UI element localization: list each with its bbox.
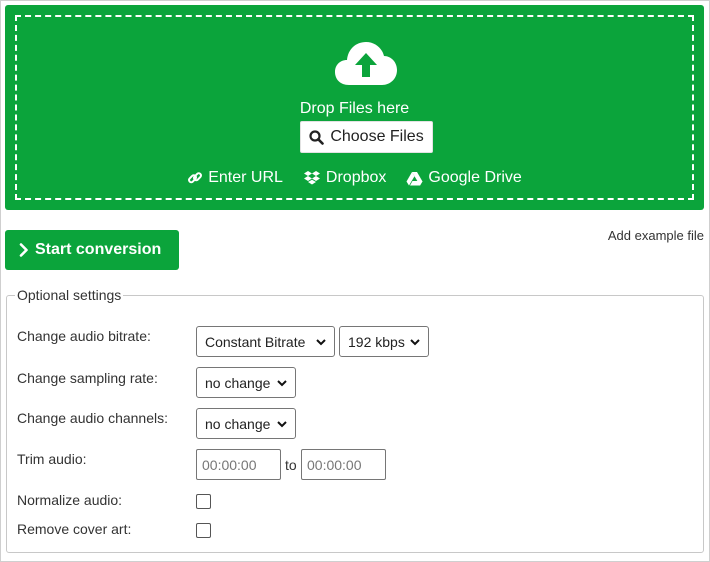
upload-dropzone[interactable]: Drop Files here Choose Files Enter URL D… [5,5,704,210]
google-drive-label: Google Drive [428,169,522,186]
bitrate-value-select[interactable]: 192 kbps [339,326,429,357]
google-drive-link[interactable]: Google Drive [406,169,522,187]
chevron-down-icon [410,339,420,346]
dropbox-label: Dropbox [325,169,387,186]
audio-channels-select[interactable]: no change [196,408,296,439]
dropbox-icon [303,171,320,185]
choose-files-button[interactable]: Choose Files [300,121,433,153]
optional-settings-fieldset: Optional settings Change audio bitrate: … [6,287,704,553]
sampling-rate-value: no change [205,374,271,391]
cloud-upload-icon [335,42,397,85]
link-icon [188,172,203,184]
bitrate-mode-select[interactable]: Constant Bitrate [196,326,335,357]
optional-settings-legend: Optional settings [15,287,124,303]
chevron-right-icon [19,243,28,257]
sampling-rate-label: Change sampling rate: [17,370,158,386]
start-conversion-button[interactable]: Start conversion [5,230,179,270]
start-conversion-label: Start conversion [35,241,162,258]
audio-channels-label: Change audio channels: [17,410,169,426]
trim-audio-label: Trim audio: [17,451,87,467]
enter-url-label: Enter URL [208,169,283,186]
upload-sources: Enter URL Dropbox Google Drive [17,169,692,187]
audio-channels-value: no change [205,415,271,432]
search-icon [309,129,325,145]
drop-files-text: Drop Files here [299,100,410,117]
trim-start-input[interactable]: 00:00:00 [196,449,281,480]
dropzone-dashed-border[interactable]: Drop Files here Choose Files Enter URL D… [15,15,694,200]
chevron-down-icon [316,339,326,346]
trim-end-input[interactable]: 00:00:00 [301,449,386,480]
bitrate-value: 192 kbps [348,333,405,350]
bitrate-mode-value: Constant Bitrate [205,333,306,350]
bitrate-label: Change audio bitrate: [17,328,151,344]
remove-cover-art-label: Remove cover art: [17,521,132,537]
trim-to-text: to [285,457,297,473]
enter-url-link[interactable]: Enter URL [187,169,283,187]
sampling-rate-select[interactable]: no change [196,367,296,398]
add-example-file-link[interactable]: Add example file [608,228,704,243]
dropbox-link[interactable]: Dropbox [303,169,386,187]
remove-cover-art-checkbox[interactable] [196,523,211,538]
chevron-down-icon [277,421,287,428]
normalize-audio-checkbox[interactable] [196,494,211,509]
google-drive-icon [406,171,423,185]
normalize-audio-label: Normalize audio: [17,492,123,508]
choose-files-label: Choose Files [330,128,424,145]
chevron-down-icon [277,380,287,387]
